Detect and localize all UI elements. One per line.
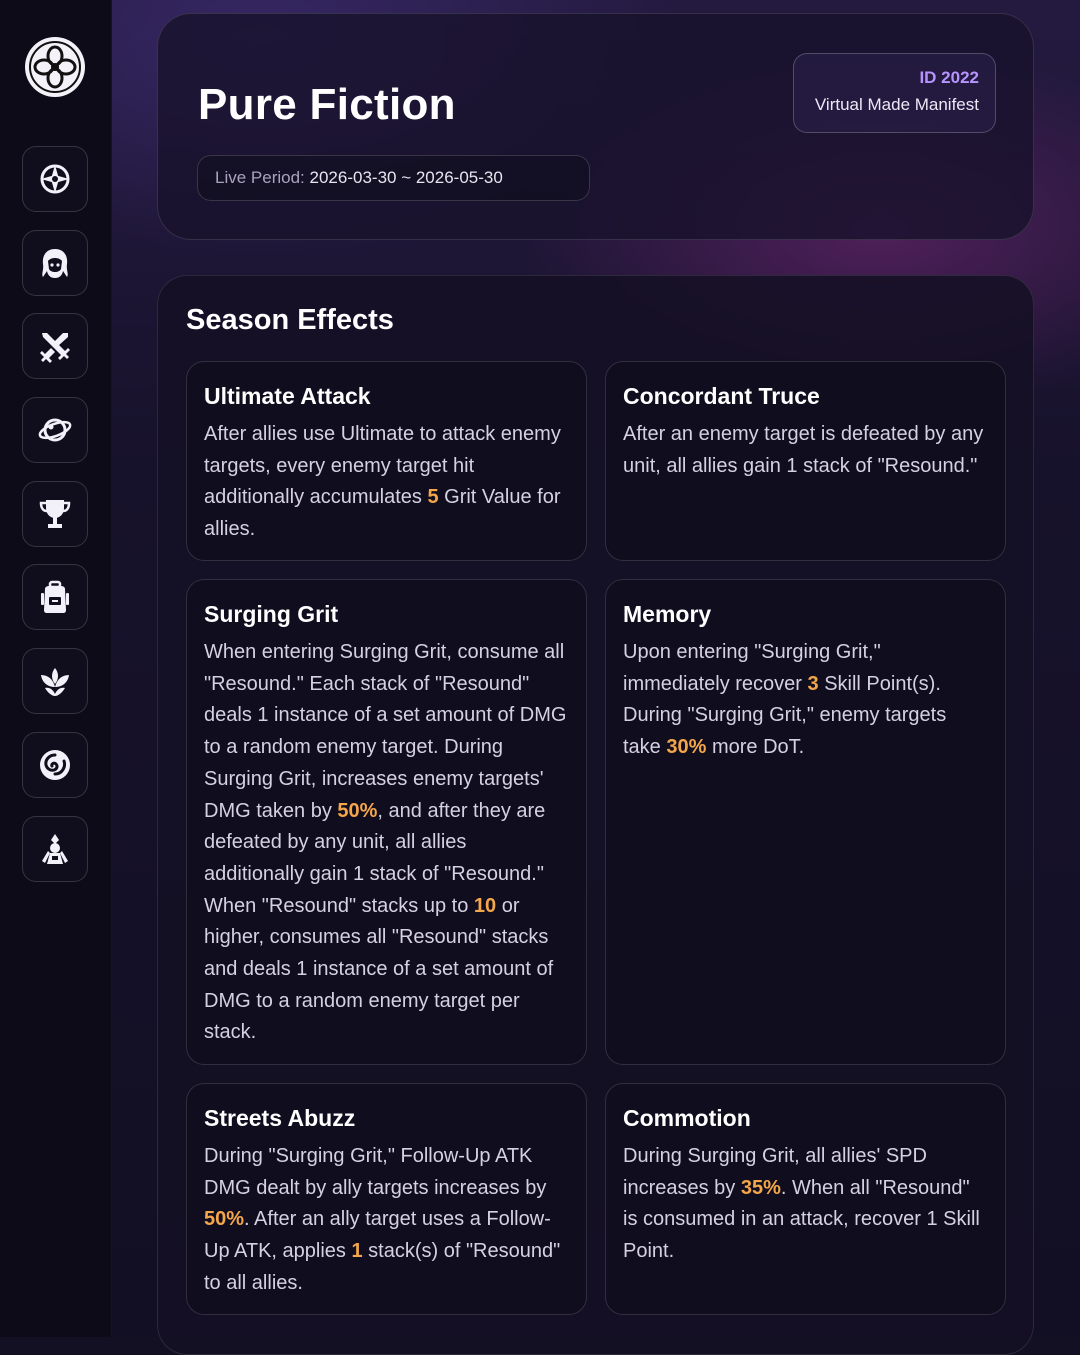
description-text: During "Surging Grit," Follow-Up ATK DMG… [204, 1145, 546, 1199]
figure-icon [37, 831, 73, 867]
header-card: Pure Fiction Live Period: 2026-03-30 ~ 2… [157, 13, 1034, 240]
description-text: more DoT. [706, 736, 804, 758]
section-title: Season Effects [186, 304, 394, 337]
highlight-value: 3 [808, 673, 819, 695]
nav-inventory[interactable] [22, 564, 88, 630]
crossed-swords-icon [37, 328, 73, 364]
highlight-value: 35% [741, 1177, 781, 1199]
page-title: Pure Fiction [198, 80, 456, 130]
sidebar [0, 0, 112, 1337]
effect-card: Memory Upon entering "Surging Grit," imm… [605, 579, 1006, 1065]
effect-card: Surging Grit When entering Surging Grit,… [186, 579, 587, 1065]
effect-description: Upon entering "Surging Grit," immediatel… [623, 637, 988, 764]
effect-card: Ultimate Attack After allies use Ultimat… [186, 361, 587, 561]
character-icon [37, 245, 73, 281]
highlight-value: 5 [427, 486, 438, 508]
nav-planets[interactable] [22, 397, 88, 463]
effect-description: When entering Surging Grit, consume all … [204, 637, 569, 1049]
app-logo[interactable] [25, 37, 85, 97]
effect-title: Concordant Truce [623, 380, 988, 412]
highlight-value: 50% [337, 800, 377, 822]
backpack-icon [37, 579, 73, 615]
nav-swirl[interactable] [22, 732, 88, 798]
effect-description: After allies use Ultimate to attack enem… [204, 419, 569, 546]
id-label: ID 2022 [794, 66, 979, 90]
compass-icon [37, 161, 73, 197]
nav-characters[interactable] [22, 230, 88, 296]
season-effects-card: Season Effects Ultimate Attack After all… [157, 275, 1034, 1355]
effect-card: Commotion During Surging Grit, all allie… [605, 1083, 1006, 1315]
lotus-icon [37, 663, 73, 699]
trophy-icon [37, 496, 73, 532]
swirl-icon [37, 747, 73, 783]
live-period-label: Live Period: [215, 168, 305, 187]
effect-title: Ultimate Attack [204, 380, 569, 412]
nav-combat[interactable] [22, 313, 88, 379]
nav-compass[interactable] [22, 146, 88, 212]
live-period-value: 2026-03-30 ~ 2026-05-30 [310, 168, 503, 187]
highlight-value: 1 [351, 1240, 362, 1262]
nav-achievements[interactable] [22, 481, 88, 547]
live-period: Live Period: 2026-03-30 ~ 2026-05-30 [197, 155, 590, 201]
flower-logo-icon [28, 40, 82, 94]
highlight-value: 50% [204, 1208, 244, 1230]
nav-figure[interactable] [22, 816, 88, 882]
highlight-value: 30% [666, 736, 706, 758]
effect-title: Streets Abuzz [204, 1102, 569, 1134]
effect-title: Commotion [623, 1102, 988, 1134]
stage-name: Virtual Made Manifest [794, 90, 979, 120]
effect-title: Surging Grit [204, 598, 569, 630]
effect-description: During Surging Grit, all allies' SPD inc… [623, 1141, 988, 1268]
effect-description: During "Surging Grit," Follow-Up ATK DMG… [204, 1141, 569, 1300]
description-text: When entering Surging Grit, consume all … [204, 641, 566, 822]
description-text: After an enemy target is defeated by any… [623, 423, 983, 477]
planet-icon [37, 412, 73, 448]
highlight-value: 10 [474, 895, 496, 917]
id-badge: ID 2022 Virtual Made Manifest [793, 53, 996, 133]
effect-card: Streets Abuzz During "Surging Grit," Fol… [186, 1083, 587, 1315]
effect-description: After an enemy target is defeated by any… [623, 419, 988, 482]
effect-title: Memory [623, 598, 988, 630]
nav-relics[interactable] [22, 648, 88, 714]
effect-card: Concordant Truce After an enemy target i… [605, 361, 1006, 561]
